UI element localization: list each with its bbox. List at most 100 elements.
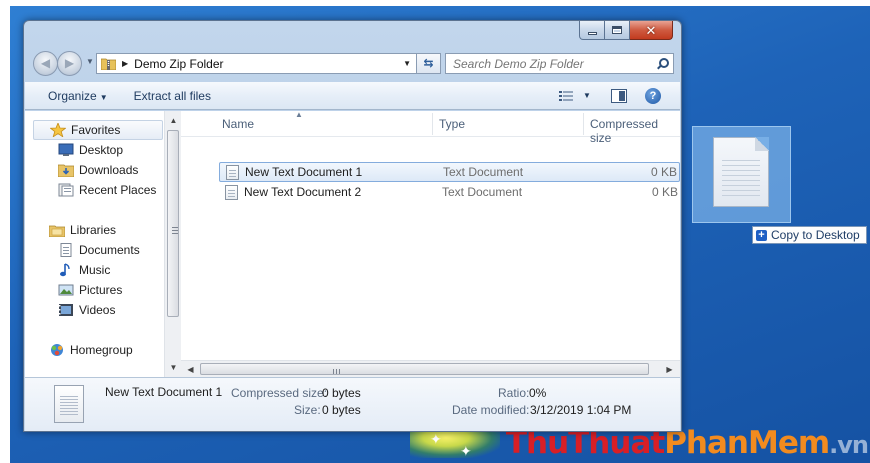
- nav-item-label: Recent Places: [79, 183, 157, 197]
- nav-libraries[interactable]: Libraries: [48, 220, 117, 240]
- nav-libraries-label: Libraries: [70, 223, 117, 237]
- arrow-left-icon: ◀: [40, 56, 51, 70]
- preview-pane-icon[interactable]: [611, 89, 627, 103]
- nav-item-label: Music: [79, 263, 111, 277]
- details-compressed-label: Compressed size:: [231, 386, 328, 400]
- scroll-down-icon[interactable]: ▼: [165, 359, 182, 376]
- address-dropdown-icon[interactable]: ▼: [403, 59, 411, 68]
- refresh-button[interactable]: ⇆: [417, 53, 441, 74]
- breadcrumb-folder[interactable]: Demo Zip Folder: [134, 57, 223, 71]
- nav-item-label: Downloads: [79, 163, 139, 177]
- column-type[interactable]: Type: [439, 117, 465, 131]
- organize-button[interactable]: Organize ▼: [41, 89, 115, 103]
- recent-pages-dropdown[interactable]: ▼: [86, 57, 94, 66]
- details-modified-value: 3/12/2019 1:04 PM: [530, 403, 632, 417]
- close-button[interactable]: ✕: [630, 21, 673, 40]
- file-list-horizontal-scrollbar[interactable]: ◀ ▶: [181, 360, 680, 377]
- column-name[interactable]: Name: [222, 117, 254, 131]
- star-icon: [49, 121, 67, 138]
- details-file-name: New Text Document 1: [105, 385, 223, 399]
- file-row[interactable]: New Text Document 1 Text Document 0 KB: [219, 162, 680, 182]
- plus-icon: +: [756, 229, 767, 241]
- nav-homegroup[interactable]: Homegroup: [49, 340, 133, 360]
- explorer-window[interactable]: ✕ ◀ ▶ ▼ ▶ Demo Zip Folder ▼ ⇆ Organize▼ …: [23, 20, 682, 432]
- downloads-folder-icon: [57, 163, 75, 178]
- maximize-button[interactable]: [605, 21, 630, 40]
- maximize-icon: [612, 26, 622, 34]
- nav-item-videos[interactable]: Videos: [58, 300, 115, 320]
- caption-buttons: ✕: [579, 21, 673, 40]
- file-size: 0 KB: [650, 165, 677, 179]
- zip-folder-icon: [100, 57, 117, 71]
- navigation-pane: Favorites Desktop Downloads Recent Place…: [25, 111, 181, 377]
- scroll-right-icon[interactable]: ▶: [661, 361, 678, 378]
- drag-tooltip-text: Copy to Desktop: [771, 228, 860, 242]
- nav-favorites[interactable]: Favorites: [33, 120, 163, 140]
- text-document-icon: [54, 385, 84, 423]
- nav-item-downloads[interactable]: Downloads: [57, 160, 139, 180]
- view-options-icon[interactable]: [559, 90, 573, 102]
- back-button[interactable]: ◀: [33, 51, 58, 76]
- details-compressed-value: 0 bytes: [322, 386, 361, 400]
- sparkle-icon: ✦: [430, 431, 442, 447]
- details-size-value: 0 bytes: [322, 403, 361, 417]
- details-size-label: Size:: [294, 403, 321, 417]
- help-icon[interactable]: ?: [645, 88, 661, 104]
- nav-item-label: Desktop: [79, 143, 124, 157]
- file-list: ▲ Name Type Compressed size New Text Doc…: [181, 110, 680, 377]
- text-document-icon: [713, 137, 769, 207]
- nav-item-pictures[interactable]: Pictures: [58, 280, 122, 300]
- arrow-right-icon: ▶: [64, 56, 75, 70]
- breadcrumb-arrow-icon[interactable]: ▶: [122, 59, 128, 68]
- nav-item-music[interactable]: Music: [58, 260, 110, 280]
- file-row[interactable]: New Text Document 2 Text Document 0 KB: [219, 182, 680, 202]
- nav-pane-scrollbar[interactable]: ▲ ▼: [164, 111, 181, 377]
- nav-item-label: Documents: [79, 243, 140, 257]
- desktop-icon: [58, 143, 74, 157]
- search-icon[interactable]: [657, 58, 669, 69]
- scroll-up-icon[interactable]: ▲: [165, 112, 182, 129]
- file-size: 0 KB: [651, 185, 678, 199]
- search-box[interactable]: [445, 53, 674, 74]
- pictures-icon: [58, 283, 74, 297]
- music-note-icon: [58, 263, 74, 277]
- details-modified-label: Date modified:: [452, 403, 530, 417]
- minimize-button[interactable]: [579, 21, 605, 40]
- minimize-icon: [587, 31, 597, 35]
- chevron-down-icon: ▼: [99, 92, 108, 102]
- scroll-left-icon[interactable]: ◀: [182, 361, 199, 378]
- nav-item-label: Pictures: [79, 283, 123, 297]
- forward-button[interactable]: ▶: [57, 51, 82, 76]
- refresh-icon: ⇆: [423, 56, 434, 70]
- command-bar: Organize ▼ Extract all files ▼ ?: [25, 82, 680, 110]
- view-dropdown-icon[interactable]: ▼: [583, 91, 591, 100]
- nav-item-recent-places[interactable]: Recent Places: [58, 180, 156, 200]
- nav-item-desktop[interactable]: Desktop: [58, 140, 123, 160]
- nav-item-documents[interactable]: Documents: [58, 240, 140, 260]
- documents-icon: [58, 243, 74, 257]
- recent-places-icon: [58, 183, 74, 197]
- content-area: Favorites Desktop Downloads Recent Place…: [25, 110, 680, 377]
- file-type: Text Document: [442, 185, 523, 199]
- scrollbar-thumb[interactable]: [167, 130, 179, 317]
- extract-all-button[interactable]: Extract all files: [127, 89, 218, 103]
- search-input[interactable]: [453, 56, 648, 71]
- nav-homegroup-label: Homegroup: [70, 343, 133, 357]
- nav-item-label: Videos: [79, 303, 116, 317]
- details-ratio-label: Ratio:: [498, 386, 530, 400]
- close-icon: ✕: [645, 22, 657, 38]
- homegroup-icon: [49, 343, 65, 357]
- text-document-icon: [225, 184, 238, 200]
- address-bar[interactable]: ▶ Demo Zip Folder ▼: [96, 53, 417, 74]
- scrollbar-thumb[interactable]: [200, 363, 649, 375]
- nav-favorites-label: Favorites: [71, 123, 121, 137]
- watermark: ThuThuatPhanMem.vn: [505, 425, 869, 461]
- libraries-icon: [48, 223, 66, 238]
- videos-icon: [58, 303, 74, 317]
- file-name: New Text Document 2: [244, 185, 362, 199]
- column-compressed-size[interactable]: Compressed size: [590, 117, 680, 145]
- details-pane: New Text Document 1 Compressed size: 0 b…: [25, 377, 680, 431]
- drag-tooltip: + Copy to Desktop: [752, 226, 867, 244]
- text-document-icon: [226, 164, 239, 180]
- file-name: New Text Document 1: [245, 165, 363, 179]
